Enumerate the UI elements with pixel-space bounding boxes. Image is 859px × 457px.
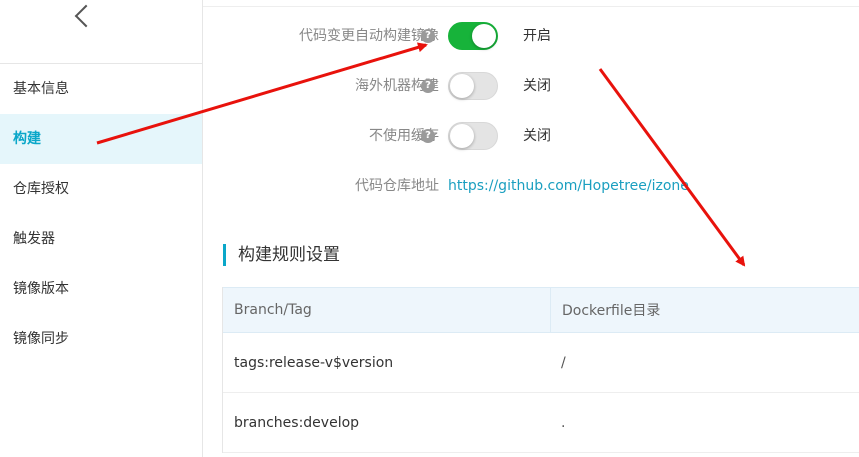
repo-url-row: 代码仓库地址 https://github.com/Hopetree/izone (203, 171, 859, 201)
sidebar-item-build[interactable]: 构建 (0, 114, 202, 164)
help-icon[interactable]: ? (421, 79, 435, 93)
chevron-left-icon (74, 4, 98, 28)
sidebar-item-triggers[interactable]: 触发器 (0, 214, 202, 264)
no-cache-toggle[interactable] (448, 122, 498, 150)
build-rules-title: 构建规则设置 (223, 244, 340, 266)
branch-cell: branches:develop (234, 414, 360, 431)
sidebar-item-basic-info[interactable]: 基本信息 (0, 64, 202, 114)
repo-url-label: 代码仓库地址 (355, 178, 439, 194)
dockerfile-dir-cell: / (550, 333, 859, 392)
sidebar-item-image-versions[interactable]: 镜像版本 (0, 264, 202, 314)
sidebar-item-image-sync[interactable]: 镜像同步 (0, 314, 202, 364)
column-header-branch: Branch/Tag (234, 302, 312, 318)
dockerfile-dir-value: . (561, 414, 566, 431)
dockerfile-dir-cell: . (550, 393, 859, 452)
build-rules-table: Branch/Tag Dockerfile目录 tags:release-v$v… (222, 287, 859, 453)
no-cache-state: 关闭 (523, 128, 551, 144)
back-button[interactable] (0, 0, 203, 64)
auto-build-row: 代码变更自动构建镜像 ? 开启 (203, 21, 859, 51)
repo-url-link[interactable]: https://github.com/Hopetree/izone (448, 171, 689, 201)
table-row: tags:release-v$version / (223, 333, 859, 393)
auto-build-label: 代码变更自动构建镜像 (299, 28, 439, 44)
top-divider (203, 6, 859, 7)
main-content: 代码变更自动构建镜像 ? 开启 海外机器构建 ? 关闭 不使用缓存 ? 关闭 代… (203, 0, 859, 457)
table-row: branches:develop . (223, 393, 859, 453)
toggle-knob (450, 74, 474, 98)
table-header: Branch/Tag Dockerfile目录 (223, 287, 859, 333)
branch-cell: tags:release-v$version (234, 354, 394, 371)
auto-build-state: 开启 (523, 28, 551, 44)
help-icon[interactable]: ? (421, 29, 435, 43)
help-icon[interactable]: ? (421, 129, 435, 143)
no-cache-row: 不使用缓存 ? 关闭 (203, 121, 859, 151)
toggle-knob (450, 124, 474, 148)
column-header-dockerfile-dir: Dockerfile目录 (550, 288, 859, 332)
sidebar-nav: 基本信息 构建 仓库授权 触发器 镜像版本 镜像同步 (0, 64, 202, 364)
overseas-build-state: 关闭 (523, 78, 551, 94)
sidebar: 基本信息 构建 仓库授权 触发器 镜像版本 镜像同步 (0, 0, 203, 457)
overseas-build-toggle[interactable] (448, 72, 498, 100)
dockerfile-dir-value: / (561, 354, 566, 371)
sidebar-item-repo-auth[interactable]: 仓库授权 (0, 164, 202, 214)
toggle-knob (472, 24, 496, 48)
auto-build-toggle[interactable] (448, 22, 498, 50)
overseas-build-row: 海外机器构建 ? 关闭 (203, 71, 859, 101)
